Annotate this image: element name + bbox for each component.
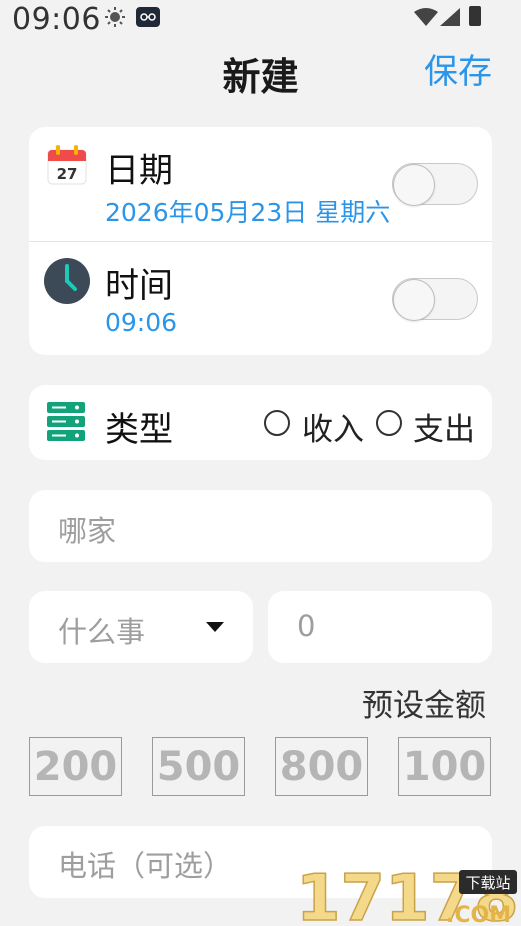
amount-input-placeholder: 0 [297,609,316,643]
clock-icon [44,258,90,304]
phone-input-placeholder: 电话（可选） [58,849,233,883]
status-time: 09:06 [12,2,101,37]
date-toggle[interactable] [392,163,478,206]
status-bar: 09:06 [0,0,521,44]
preset-amount-button[interactable]: 500 [152,737,245,796]
preset-amount-button[interactable]: 800 [275,737,368,796]
battery-icon [469,6,481,26]
preset-amount-button[interactable]: 100 [398,737,491,796]
watermark-domain: .COM [446,903,511,926]
expense-radio[interactable] [376,410,402,436]
calendar-day: 27 [57,165,78,183]
watermark-logo: 17178 .COM 下载站 [296,862,519,926]
preset-amount-label: 预设金额 [362,688,486,724]
toggle-knob [393,164,435,206]
time-value[interactable]: 09:06 [105,308,177,337]
chevron-down-icon[interactable] [206,622,224,632]
save-button[interactable]: 保存 [424,44,492,93]
time-toggle[interactable] [392,278,478,321]
expense-radio-label[interactable]: 支出 [413,404,475,449]
type-label: 类型 [105,410,173,450]
income-radio[interactable] [264,410,290,436]
category-dropdown-placeholder: 什么事 [58,615,146,649]
calendar-icon: 27 [47,145,87,185]
sun-icon [105,7,125,27]
watermark-badge: 下载站 [465,874,510,892]
divider [29,241,492,242]
store-input-placeholder: 哪家 [58,514,117,548]
preset-amount-button[interactable]: 200 [29,737,122,796]
date-label: 日期 [105,151,173,191]
date-value[interactable]: 2026年05月23日 星期六 [105,193,390,229]
time-label: 时间 [105,266,173,306]
wifi-icon [414,8,438,26]
signal-icon [440,8,460,26]
database-icon [47,402,85,441]
app-notification-icon [136,7,160,27]
income-radio-label[interactable]: 收入 [302,404,364,449]
toggle-knob [393,279,435,321]
